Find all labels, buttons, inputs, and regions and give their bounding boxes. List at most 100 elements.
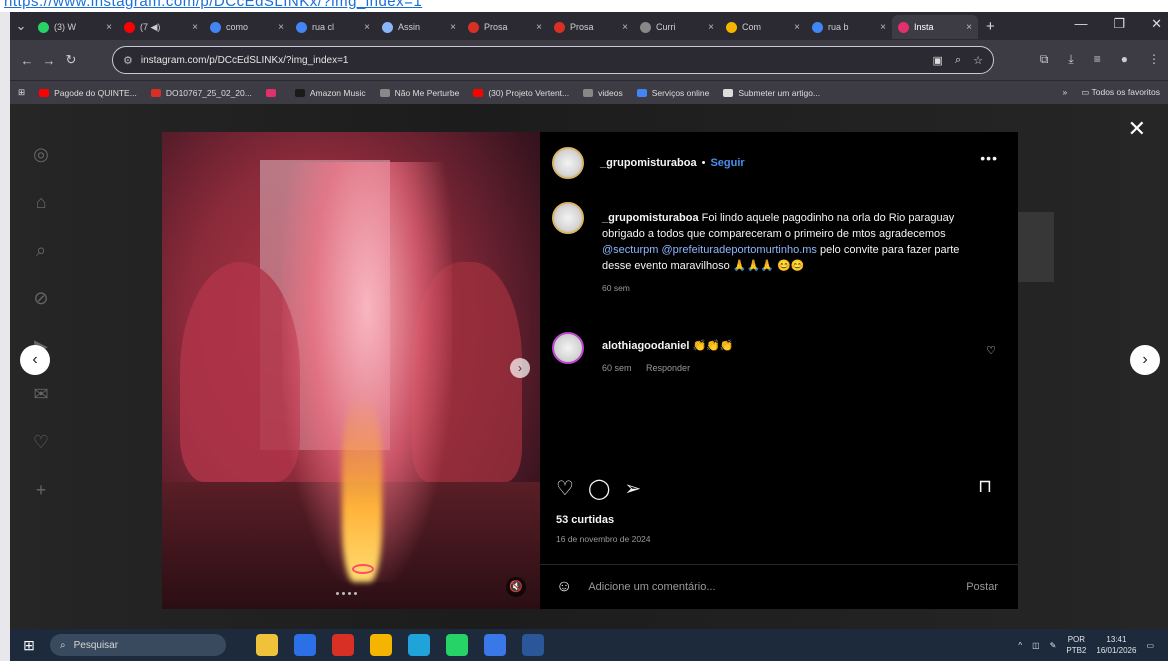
clock[interactable]: 13:41 16/01/2026 (1096, 634, 1136, 656)
taskbar-app-icon[interactable] (522, 634, 544, 656)
search-icon[interactable]: ⌕ (30, 240, 52, 288)
post-username[interactable]: _grupomisturaboa (600, 157, 697, 169)
taskbar-app-icon[interactable] (370, 634, 392, 656)
tab-list-icon[interactable]: ⌄ (10, 18, 32, 34)
browser-tab[interactable]: rua b × (806, 15, 892, 39)
next-post-icon[interactable]: › (1130, 345, 1160, 375)
comment-input[interactable]: Adicione um comentário... (588, 581, 966, 593)
post-image[interactable]: 🔇 › (162, 132, 540, 609)
language-indicator[interactable]: POR PTB2 (1066, 634, 1086, 656)
minimize-icon[interactable]: — (1074, 16, 1087, 32)
download-icon[interactable]: ⤓ (1068, 52, 1073, 67)
close-tab-icon[interactable]: × (192, 22, 198, 33)
taskbar-app-icon[interactable] (484, 634, 506, 656)
messages-icon[interactable]: ✉ (30, 384, 52, 432)
bookmark-star-icon[interactable]: ☆ (973, 54, 983, 67)
explore-icon[interactable]: ⊘ (30, 288, 52, 336)
bookmark-item[interactable]: Submeter um artigo... (723, 88, 820, 98)
all-bookmarks[interactable]: ▭ Todos os favoritos (1081, 87, 1160, 98)
likes-count[interactable]: 53 curtidas (556, 514, 614, 526)
bookmark-item[interactable]: Serviços online (636, 88, 709, 98)
apps-icon[interactable]: ⊞ (18, 87, 25, 98)
commenter-avatar[interactable] (552, 332, 584, 364)
back-icon[interactable]: ← (16, 53, 38, 68)
browser-tab[interactable]: Curri × (634, 15, 720, 39)
close-tab-icon[interactable]: × (880, 22, 886, 33)
browser-tab[interactable]: rua cl × (290, 15, 376, 39)
caption-username[interactable]: _grupomisturaboa (602, 212, 699, 224)
close-tab-icon[interactable]: × (450, 22, 456, 33)
instagram-logo-icon[interactable]: ◎ (30, 144, 52, 192)
close-tab-icon[interactable]: × (536, 22, 542, 33)
comment-like-icon[interactable]: ♡ (986, 344, 996, 357)
bookmark-item[interactable]: Amazon Music (294, 88, 366, 98)
close-tab-icon[interactable]: × (794, 22, 800, 33)
reload-icon[interactable]: ↻ (60, 52, 82, 68)
close-tab-icon[interactable]: × (278, 22, 284, 33)
save-icon[interactable]: ⊓ (978, 476, 992, 497)
mute-icon[interactable]: 🔇 (506, 577, 526, 597)
taskbar-app-icon[interactable] (408, 634, 430, 656)
caption-avatar[interactable] (552, 202, 584, 234)
close-tab-icon[interactable]: × (106, 22, 112, 33)
screen-icon[interactable]: ▣ (933, 54, 943, 67)
previous-post-icon[interactable]: ‹ (20, 345, 50, 375)
close-tab-icon[interactable]: × (708, 22, 714, 33)
pen-icon[interactable]: ✎ (1050, 641, 1057, 650)
zoom-icon[interactable]: ⌕ (955, 54, 961, 67)
share-icon[interactable]: ➢ (624, 476, 641, 501)
avatar[interactable] (552, 147, 584, 179)
taskbar-app-icon[interactable] (294, 634, 316, 656)
browser-tab[interactable]: Insta × (892, 15, 978, 39)
emoji-icon[interactable]: ☺ (556, 578, 572, 596)
new-tab-button[interactable]: + (986, 18, 995, 35)
create-icon[interactable]: + (30, 480, 52, 528)
browser-tab[interactable]: (3) W × (32, 15, 118, 39)
reply-button[interactable]: Responder (646, 363, 690, 373)
taskbar-search[interactable]: ⌕ Pesquisar (50, 634, 226, 656)
bookmark-item[interactable]: Não Me Perturbe (379, 88, 459, 98)
like-icon[interactable]: ♡ (556, 476, 574, 501)
bookmarks-more[interactable]: » (1063, 87, 1068, 98)
mention-secturpm[interactable]: @secturpm (602, 244, 658, 256)
site-info-icon[interactable]: ⚙ (123, 54, 133, 67)
bookmark-item[interactable]: Pagode do QUINTE... (39, 88, 137, 98)
home-icon[interactable]: ⌂ (30, 192, 52, 240)
menu-icon[interactable]: ⋮ (1148, 52, 1160, 67)
bookmark-item[interactable]: DO10767_25_02_20... (150, 88, 252, 98)
browser-tab[interactable]: Prosa × (548, 15, 634, 39)
close-window-icon[interactable]: ✕ (1151, 16, 1162, 32)
notifications-icon[interactable]: ♡ (30, 432, 52, 480)
follow-button[interactable]: Seguir (710, 157, 744, 169)
bookmark-item[interactable]: videos (583, 88, 623, 98)
tray-chevron-icon[interactable]: ^ (1018, 641, 1022, 650)
close-modal-icon[interactable]: ✕ (1128, 116, 1146, 142)
bookmark-item[interactable] (265, 88, 281, 97)
forward-icon[interactable]: → (38, 53, 60, 68)
taskbar-app-icon[interactable] (256, 634, 278, 656)
close-tab-icon[interactable]: × (364, 22, 370, 33)
profile-icon[interactable]: ● (1121, 52, 1128, 67)
windows-start-icon[interactable]: ⊞ (20, 637, 38, 654)
browser-tab[interactable]: Com × (720, 15, 806, 39)
comment-username[interactable]: alothiagoodaniel (602, 340, 689, 352)
extensions-icon[interactable]: ⧉ (1040, 52, 1049, 67)
close-tab-icon[interactable]: × (966, 22, 972, 33)
media-icon[interactable]: ≡ (1094, 52, 1101, 67)
browser-tab[interactable]: (7 ◀) × (118, 15, 204, 39)
more-options-icon[interactable]: ••• (980, 150, 998, 166)
browser-tab[interactable]: como × (204, 15, 290, 39)
browser-tab[interactable]: Prosa × (462, 15, 548, 39)
url-field[interactable]: ⚙ instagram.com/p/DCcEdSLINKx/?img_index… (112, 46, 994, 74)
post-comment-button[interactable]: Postar (966, 581, 998, 593)
taskbar-app-icon[interactable] (446, 634, 468, 656)
comment-icon[interactable]: ◯ (588, 476, 610, 501)
notifications-tray-icon[interactable]: ▭ (1146, 641, 1154, 650)
mention-prefeitura[interactable]: @prefeituradeportomurtinho.ms (661, 244, 816, 256)
network-icon[interactable]: ◫ (1032, 641, 1040, 650)
close-tab-icon[interactable]: × (622, 22, 628, 33)
carousel-next-icon[interactable]: › (510, 358, 530, 378)
restore-icon[interactable]: ❐ (1113, 16, 1125, 32)
bookmark-item[interactable]: (30) Projeto Vertent... (473, 88, 569, 98)
browser-tab[interactable]: Assin × (376, 15, 462, 39)
